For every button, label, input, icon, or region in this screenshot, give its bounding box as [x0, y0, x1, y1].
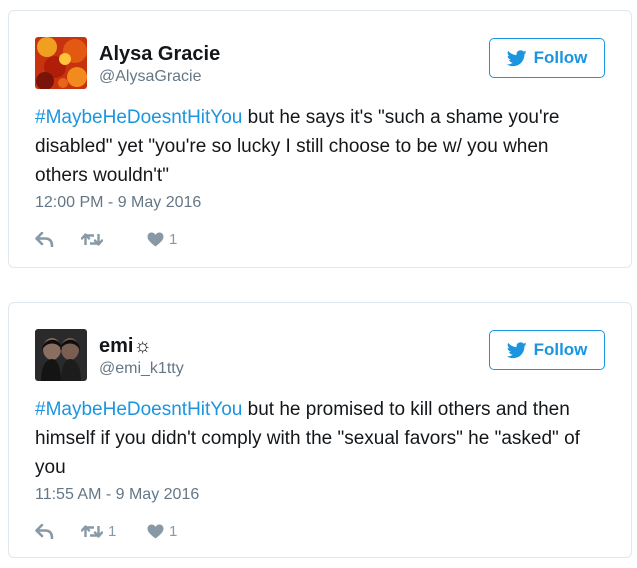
like-count: 1: [169, 522, 178, 540]
retweet-icon: [81, 232, 103, 246]
tweet-card: Alysa Gracie @AlysaGracie Follow #MaybeH…: [8, 10, 632, 268]
heart-icon: [147, 524, 164, 538]
avatar[interactable]: [35, 329, 87, 381]
like-button[interactable]: 1: [147, 523, 207, 540]
reply-button[interactable]: [35, 231, 81, 247]
twitter-bird-icon: [506, 341, 527, 358]
tweet-text: #MaybeHeDoesntHitYou but he says it's "s…: [35, 103, 605, 190]
tweet-card: emi☼ @emi_k1tty Follow #MaybeHeDoesntHit…: [8, 302, 632, 558]
hashtag-link[interactable]: #MaybeHeDoesntHitYou: [35, 399, 242, 420]
tweet-timestamp[interactable]: 12:00 PM - 9 May 2016: [35, 193, 201, 213]
retweet-icon: [81, 524, 103, 538]
follow-button[interactable]: Follow: [489, 330, 605, 370]
user-handle[interactable]: @emi_k1tty: [99, 359, 184, 379]
user-name[interactable]: emi☼: [99, 334, 152, 358]
tweet-timestamp[interactable]: 11:55 AM - 9 May 2016: [35, 485, 199, 505]
avatar[interactable]: [35, 37, 87, 89]
user-name[interactable]: Alysa Gracie: [99, 42, 220, 66]
avatar-image: [35, 329, 87, 381]
twitter-bird-icon: [506, 49, 527, 66]
follow-label: Follow: [533, 48, 588, 67]
reply-icon: [35, 231, 54, 247]
follow-label: Follow: [533, 340, 588, 359]
tweet-actions: 1: [35, 228, 207, 250]
user-handle[interactable]: @AlysaGracie: [99, 67, 202, 87]
heart-icon: [147, 232, 164, 246]
retweet-button[interactable]: [81, 232, 147, 247]
retweet-count: 1: [108, 522, 117, 540]
like-button[interactable]: 1: [147, 231, 207, 248]
like-count: 1: [169, 230, 178, 248]
tweet-actions: 1 1: [35, 520, 207, 542]
tweet-text: #MaybeHeDoesntHitYou but he promised to …: [35, 395, 605, 482]
reply-button[interactable]: [35, 523, 81, 539]
hashtag-link[interactable]: #MaybeHeDoesntHitYou: [35, 107, 242, 128]
reply-icon: [35, 523, 54, 539]
avatar-image: [35, 37, 87, 89]
retweet-button[interactable]: 1: [81, 523, 147, 540]
follow-button[interactable]: Follow: [489, 38, 605, 78]
